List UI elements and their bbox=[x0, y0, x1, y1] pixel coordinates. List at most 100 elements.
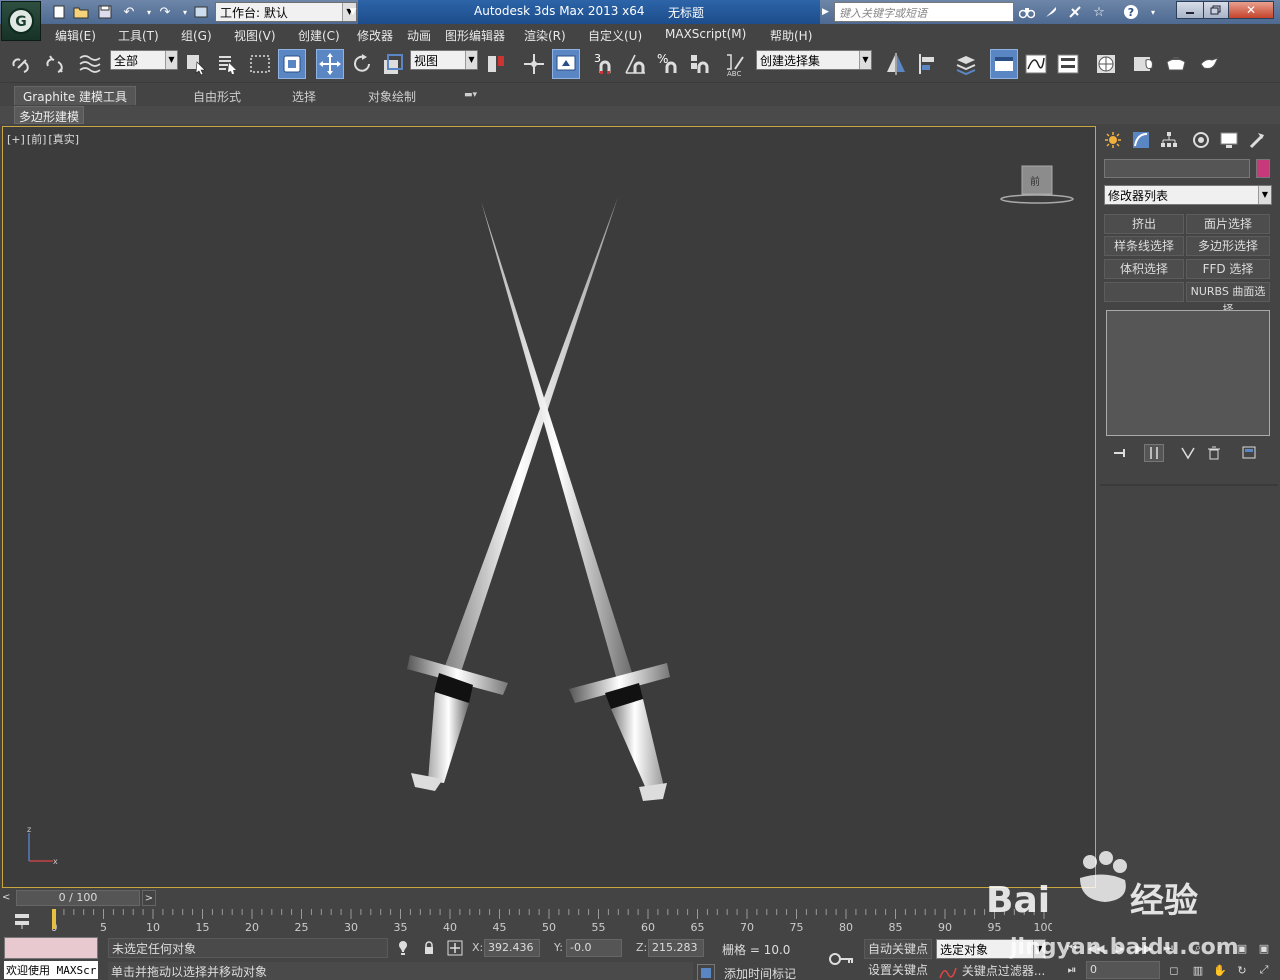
absolute-mode-icon[interactable] bbox=[446, 939, 464, 957]
menu-rendering[interactable]: 渲染(R) bbox=[524, 27, 566, 44]
menu-edit[interactable]: 编辑(E) bbox=[55, 27, 96, 44]
zoom-extents-all-icon[interactable]: ▣ bbox=[1254, 939, 1274, 957]
time-tag-icon[interactable] bbox=[697, 964, 715, 980]
nurbs-surface-select-button[interactable]: NURBS 曲面选择 bbox=[1186, 282, 1270, 316]
object-name-field[interactable] bbox=[1104, 159, 1250, 178]
tab-selection[interactable]: 选择 bbox=[292, 86, 316, 105]
modifier-stack[interactable] bbox=[1106, 310, 1270, 436]
mini-curve-editor-icon[interactable] bbox=[12, 911, 32, 931]
viewport-front[interactable]: [+] [前] [真实] z x 前 bbox=[2, 126, 1096, 888]
auto-key-button[interactable]: 自动关键点 bbox=[864, 939, 932, 959]
create-panel-icon[interactable] bbox=[1100, 128, 1126, 152]
open-file-icon[interactable] bbox=[72, 3, 90, 21]
menu-customize[interactable]: 自定义(U) bbox=[588, 27, 642, 44]
tab-graphite-modeling[interactable]: Graphite 建模工具 bbox=[14, 86, 137, 105]
motion-panel-icon[interactable] bbox=[1188, 128, 1214, 152]
remove-modifier-icon[interactable] bbox=[1204, 444, 1224, 462]
restore-button[interactable] bbox=[1203, 1, 1229, 19]
modifier-list-dropdown[interactable]: 修改器列表 ▼ bbox=[1104, 185, 1272, 205]
sword-left[interactable] bbox=[407, 197, 618, 791]
graphite-toggle-icon[interactable] bbox=[990, 49, 1018, 79]
patch-select-button[interactable]: 面片选择 bbox=[1186, 214, 1270, 234]
link-icon[interactable] bbox=[8, 49, 36, 79]
select-and-move-icon[interactable] bbox=[316, 49, 344, 79]
spinner-snap-icon[interactable] bbox=[686, 49, 714, 79]
menu-graph-editors[interactable]: 图形编辑器 bbox=[445, 27, 505, 44]
x-coordinate-field[interactable]: 392.436 bbox=[484, 939, 540, 957]
select-by-name-icon[interactable] bbox=[214, 49, 242, 79]
menu-tools[interactable]: 工具(T) bbox=[118, 27, 159, 44]
snaps-toggle-icon[interactable]: 3 bbox=[590, 49, 618, 79]
key-mode-toggle-icon[interactable]: ⏯ bbox=[1062, 961, 1082, 979]
mirror-icon[interactable] bbox=[882, 49, 910, 79]
unlink-icon[interactable] bbox=[42, 49, 70, 79]
modify-panel-icon[interactable] bbox=[1128, 128, 1154, 152]
material-editor-icon[interactable] bbox=[1092, 49, 1120, 79]
make-unique-icon[interactable] bbox=[1178, 444, 1198, 462]
utilities-panel-icon[interactable] bbox=[1244, 128, 1270, 152]
search-input[interactable]: 键入关键字或短语 bbox=[834, 2, 1014, 22]
extrude-button[interactable]: 挤出 bbox=[1104, 214, 1184, 234]
maximize-viewport-icon[interactable]: ⤢ bbox=[1254, 961, 1274, 979]
selection-lock-icon[interactable] bbox=[420, 939, 438, 957]
menu-modifiers[interactable]: 修改器 bbox=[357, 27, 393, 44]
keyboard-shortcut-override-icon[interactable] bbox=[552, 49, 580, 79]
ribbon-options-icon[interactable]: ▬▾ bbox=[464, 86, 477, 105]
align-icon[interactable] bbox=[914, 49, 942, 79]
maxscript-welcome[interactable]: 欢迎使用 MAXScr bbox=[4, 961, 98, 979]
track-bar[interactable]: 0510152025303540455055606570758085909510… bbox=[0, 907, 1280, 935]
time-slider-prev-icon[interactable]: < bbox=[2, 890, 14, 906]
menu-create[interactable]: 创建(C) bbox=[298, 27, 340, 44]
window-crossing-toggle-icon[interactable] bbox=[278, 49, 306, 79]
time-slider[interactable]: < 0 / 100 > bbox=[0, 889, 1280, 907]
manipulate-icon[interactable] bbox=[520, 49, 548, 79]
subscription-icon[interactable] bbox=[1042, 3, 1060, 21]
curve-editor-icon[interactable] bbox=[1022, 49, 1050, 79]
rectangular-selection-icon[interactable] bbox=[246, 49, 274, 79]
menu-group[interactable]: 组(G) bbox=[181, 27, 212, 44]
isolate-selection-icon[interactable] bbox=[394, 939, 412, 957]
select-and-rotate-icon[interactable] bbox=[348, 49, 376, 79]
time-slider-thumb[interactable]: 0 / 100 bbox=[16, 890, 140, 906]
rendered-frame-window-icon[interactable] bbox=[1162, 49, 1190, 79]
named-selection-dropdown[interactable]: 创建选择集 ▼ bbox=[756, 50, 872, 70]
close-button[interactable]: ✕ bbox=[1228, 1, 1274, 19]
add-time-tag[interactable]: 添加时间标记 bbox=[724, 965, 796, 980]
render-setup-icon[interactable] bbox=[1130, 49, 1158, 79]
schematic-view-icon[interactable] bbox=[1054, 49, 1082, 79]
field-of-view-icon[interactable]: ▥ bbox=[1188, 961, 1208, 979]
favorites-star-icon[interactable]: ☆ bbox=[1090, 3, 1108, 21]
poly-select-button[interactable]: 多边形选择 bbox=[1186, 236, 1270, 256]
pivot-center-icon[interactable] bbox=[482, 49, 510, 79]
menu-help[interactable]: 帮助(H) bbox=[770, 27, 812, 44]
viewcube[interactable]: 前 bbox=[999, 163, 1075, 205]
bind-to-space-warp-icon[interactable] bbox=[76, 49, 104, 79]
spline-select-button[interactable]: 样条线选择 bbox=[1104, 236, 1184, 256]
show-end-result-icon[interactable] bbox=[1144, 444, 1164, 462]
volume-select-button[interactable]: 体积选择 bbox=[1104, 259, 1184, 279]
help-icon[interactable]: ? bbox=[1122, 3, 1140, 21]
tab-object-paint[interactable]: 对象绘制 bbox=[368, 86, 416, 105]
reference-coordinate-dropdown[interactable]: 视图 ▼ bbox=[410, 50, 478, 70]
menu-views[interactable]: 视图(V) bbox=[234, 27, 276, 44]
configure-modifier-sets-icon[interactable] bbox=[1240, 444, 1260, 462]
render-production-icon[interactable] bbox=[1196, 49, 1224, 79]
new-file-icon[interactable] bbox=[50, 3, 68, 21]
z-coordinate-field[interactable]: 215.283 bbox=[648, 939, 704, 957]
help-dropdown-icon[interactable]: ▾ bbox=[1144, 3, 1162, 21]
current-frame-field[interactable]: 0 bbox=[1086, 961, 1160, 979]
minimize-button[interactable] bbox=[1176, 1, 1204, 19]
pin-stack-icon[interactable] bbox=[1110, 444, 1130, 462]
time-configuration-icon[interactable]: ◻ bbox=[1164, 961, 1184, 979]
save-icon[interactable] bbox=[96, 3, 114, 21]
percent-snap-icon[interactable]: % bbox=[654, 49, 682, 79]
selection-filter-dropdown[interactable]: 全部 ▼ bbox=[110, 50, 178, 70]
communication-icon[interactable] bbox=[1066, 3, 1084, 21]
pan-view-icon[interactable]: ✋ bbox=[1210, 961, 1230, 979]
search-expand-icon[interactable]: ▶ bbox=[822, 2, 832, 22]
orbit-icon[interactable]: ↻ bbox=[1232, 961, 1252, 979]
workspace-dropdown[interactable]: 工作台: 默认 ▼ bbox=[215, 2, 357, 22]
hierarchy-panel-icon[interactable] bbox=[1156, 128, 1182, 152]
object-color-swatch[interactable] bbox=[1256, 159, 1270, 178]
tab-freeform[interactable]: 自由形式 bbox=[193, 86, 241, 105]
